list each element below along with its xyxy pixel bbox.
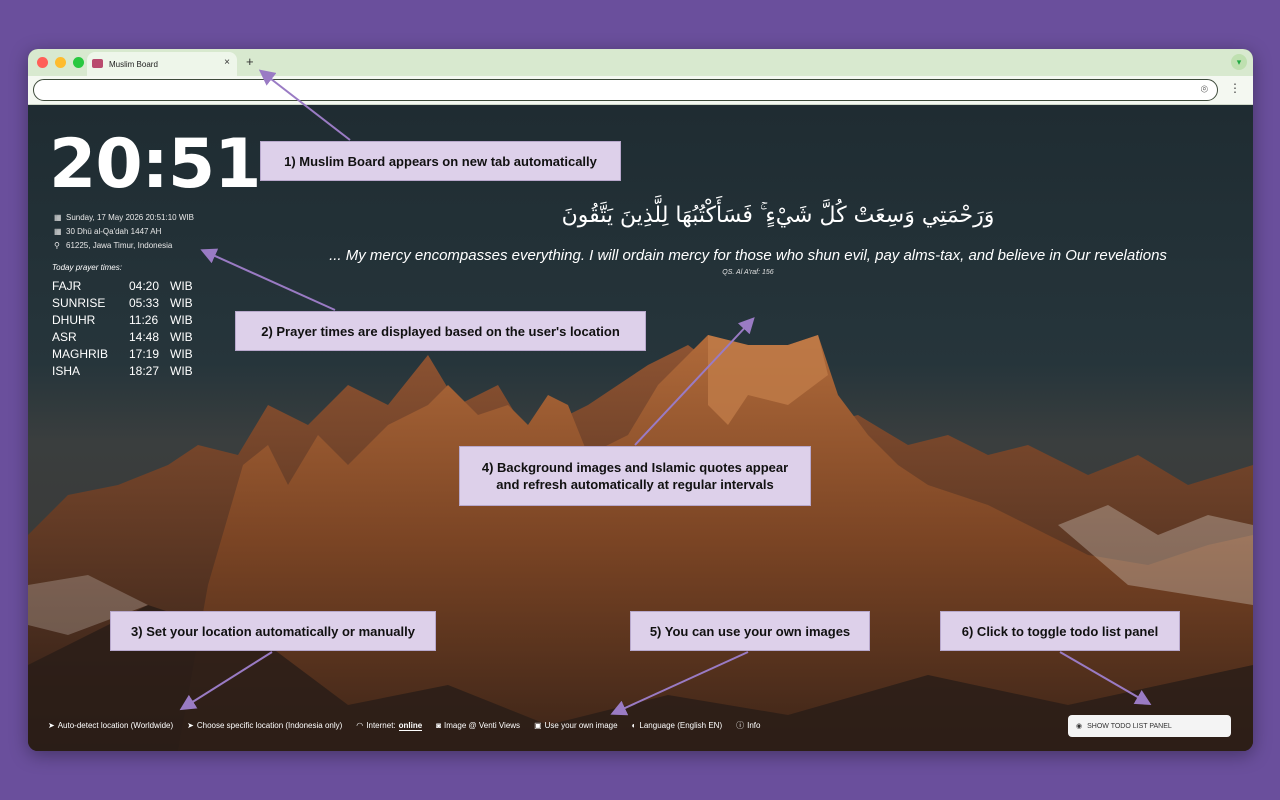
prayer-time: 05:33 — [129, 295, 160, 310]
quote-arabic: وَرَحْمَتِي وَسِعَتْ كُلَّ شَيْءٍ ۚ فَسَ… — [561, 203, 995, 228]
auto-location-link[interactable]: ➤ Auto-detect location (Worldwide) — [48, 721, 173, 730]
wifi-icon: ◠ — [356, 721, 364, 730]
footer-bar: ➤ Auto-detect location (Worldwide) ➤ Choos… — [48, 720, 760, 731]
navigation-icon: ➤ — [48, 721, 55, 730]
auto-location-label: Auto-detect location (Worldwide) — [57, 721, 174, 730]
prayer-tz: WIB — [170, 363, 193, 378]
show-todo-panel-button[interactable]: ◉ SHOW TODO LIST PANEL — [1068, 715, 1231, 737]
callout-1: 1) Muslim Board appears on new tab autom… — [260, 141, 621, 181]
toggle-icon: ◐ — [631, 721, 637, 730]
prayer-name: ISHA — [52, 363, 81, 378]
image-icon: ▣ — [534, 721, 542, 730]
prayer-time: 04:20 — [129, 278, 160, 293]
prayer-times-table: FAJR 04:20 WIB SUNRISE 05:33 WIB DHUHR 11:26 W… — [52, 277, 193, 379]
callout-4-line1: 4) Background images and Islamic quotes … — [481, 460, 789, 475]
prayer-row: MAGHRIB 17:19 WIB — [52, 345, 193, 362]
map-pin-icon: ⚲ — [54, 241, 60, 250]
prayer-name: MAGHRIB — [52, 346, 109, 361]
image-credit-label: Image @ Venti Views — [444, 721, 521, 730]
choose-location-link[interactable]: ➤ Choose specific location (Indonesia onl… — [187, 721, 342, 730]
hijri-date: 30 Dhū al-Qa'dah 1447 AH — [66, 227, 162, 236]
callout-2: 2) Prayer times are displayed based on t… — [235, 311, 646, 351]
close-window-button[interactable] — [37, 57, 48, 68]
new-tab-page: 20:51 ▦ Sunday, 17 May 2026 20:51:10 WIB … — [28, 105, 1253, 751]
map-pin-icon[interactable]: ⌾ — [1201, 82, 1208, 97]
prayer-time: 11:26 — [129, 312, 159, 327]
tab-strip: Muslim Board × + ▾ — [28, 49, 1253, 76]
prayer-tz: WIB — [170, 346, 193, 361]
internet-label: Internet: — [366, 721, 396, 730]
quote-english: ... My mercy encompasses everything. I w… — [329, 247, 1167, 264]
internet-status: ◠ Internet: online — [356, 720, 423, 731]
new-tab-button[interactable]: + — [246, 54, 254, 69]
language-label: Language (English EN) — [639, 721, 723, 730]
choose-location-label: Choose specific location (Indonesia only… — [196, 721, 343, 730]
own-image-link[interactable]: ▣ Use your own image — [534, 721, 617, 730]
prayer-row: ASR 14:48 WIB — [52, 328, 193, 345]
prayer-tz: WIB — [170, 312, 193, 327]
favicon-icon — [92, 59, 103, 68]
calendar-icon: ▦ — [54, 213, 62, 222]
browser-menu-icon[interactable]: ⋮ — [1229, 81, 1241, 95]
quote-reference: QS. Al A'raf: 156 — [722, 269, 774, 276]
prayer-name: FAJR — [52, 278, 82, 293]
calendar-icon: ▦ — [54, 227, 62, 236]
browser-toolbar: ⌾ ⋮ — [28, 76, 1253, 105]
maximize-window-button[interactable] — [73, 57, 84, 68]
prayer-name: SUNRISE — [52, 295, 106, 310]
prayer-tz: WIB — [170, 329, 193, 344]
language-toggle[interactable]: ◐ Language (English EN) — [632, 721, 723, 730]
clock: 20:51 — [49, 125, 261, 204]
navigation-icon: ➤ — [187, 721, 194, 730]
tab-title: Muslim Board — [109, 60, 158, 69]
info-icon: ⓘ — [736, 721, 745, 730]
minimize-window-button[interactable] — [55, 57, 66, 68]
prayer-row: ISHA 18:27 WIB — [52, 362, 193, 379]
eye-icon: ◉ — [1076, 723, 1083, 730]
chevron-down-icon[interactable]: ▾ — [1231, 54, 1247, 70]
tab-muslim-board[interactable]: Muslim Board × — [87, 52, 237, 76]
prayer-time: 18:27 — [129, 363, 160, 378]
prayer-name: ASR — [52, 329, 77, 344]
prayer-time: 17:19 — [129, 346, 160, 361]
prayer-tz: WIB — [170, 278, 193, 293]
info-link[interactable]: ⓘ Info — [736, 720, 760, 731]
window-controls — [37, 57, 84, 68]
todo-button-label: SHOW TODO LIST PANEL — [1087, 722, 1172, 730]
date-location-block: ▦ Sunday, 17 May 2026 20:51:10 WIB ▦ 30 Dh… — [54, 211, 194, 253]
prayer-tz: WIB — [170, 295, 193, 310]
user-location: 61225, Jawa Timur, Indonesia — [66, 241, 173, 250]
prayer-row: DHUHR 11:26 WIB — [52, 311, 193, 328]
own-image-label: Use your own image — [544, 721, 618, 730]
image-credit-link[interactable]: ◙ Image @ Venti Views — [436, 721, 520, 730]
callout-4-line2: and refresh automatically at regular int… — [496, 477, 774, 492]
callout-6: 6) Click to toggle todo list panel — [940, 611, 1180, 651]
prayer-name: DHUHR — [52, 312, 96, 327]
gregorian-date: Sunday, 17 May 2026 20:51:10 WIB — [66, 213, 194, 222]
camera-icon: ◙ — [436, 721, 442, 730]
internet-status-value: online — [398, 720, 423, 731]
info-label: Info — [747, 721, 761, 730]
prayer-time: 14:48 — [129, 329, 160, 344]
prayer-times-heading: Today prayer times: — [52, 263, 122, 272]
address-bar[interactable]: ⌾ — [33, 79, 1218, 101]
callout-5: 5) You can use your own images — [630, 611, 870, 651]
callout-4: 4) Background images and Islamic quotes … — [459, 446, 811, 506]
tab-close-icon[interactable]: × — [224, 57, 230, 68]
callout-3: 3) Set your location automatically or ma… — [110, 611, 436, 651]
prayer-row: FAJR 04:20 WIB — [52, 277, 193, 294]
prayer-row: SUNRISE 05:33 WIB — [52, 294, 193, 311]
